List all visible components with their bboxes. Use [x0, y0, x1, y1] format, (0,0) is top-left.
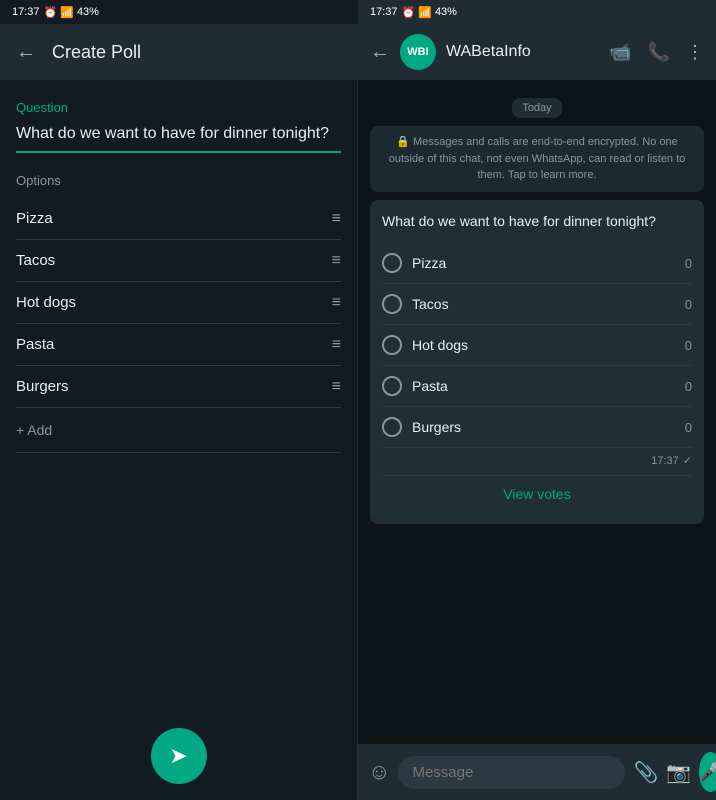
option-item: ≡ [16, 366, 341, 408]
alarm-icon-right: ⏰ [402, 6, 416, 19]
poll-option-text-1: Pizza [412, 255, 675, 271]
camera-button[interactable]: 📷 [666, 760, 691, 785]
poll-form: Question Options ≡ ≡ ≡ ≡ ≡ [0, 80, 357, 712]
time-left: 17:37 [12, 6, 40, 18]
option-input-1[interactable] [16, 208, 324, 229]
option-item: ≡ [16, 198, 341, 240]
main-content: ← Create Poll Question Options ≡ ≡ ≡ ≡ [0, 24, 716, 800]
battery-right: 43% [435, 6, 457, 18]
chat-header: ← WBI WABetaInfo 📹 📞 ⋮ [358, 24, 716, 80]
poll-option-row[interactable]: Burgers 0 [382, 407, 692, 448]
poll-question-text: What do we want to have for dinner tonig… [382, 212, 692, 232]
drag-handle-icon[interactable]: ≡ [332, 294, 341, 312]
radio-circle-2[interactable] [382, 294, 402, 314]
poll-option-row[interactable]: Pasta 0 [382, 366, 692, 407]
signal-icon: 📶 [60, 6, 74, 19]
question-label: Question [16, 100, 341, 115]
chat-name: WABetaInfo [446, 43, 599, 61]
chat-back-button[interactable]: ← [370, 41, 390, 64]
send-button[interactable]: ➤ [151, 728, 207, 784]
video-call-icon[interactable]: 📹 [609, 42, 631, 63]
phone-call-icon[interactable]: 📞 [648, 42, 670, 63]
poll-time: 17:37 [651, 455, 679, 467]
battery-left: 43% [77, 6, 99, 18]
option-input-2[interactable] [16, 250, 324, 271]
option-item: ≡ [16, 240, 341, 282]
chat-actions: 📹 📞 ⋮ [609, 42, 704, 63]
emoji-button[interactable]: ☺ [368, 759, 390, 785]
poll-vote-count-5: 0 [685, 420, 692, 435]
alarm-icon: ⏰ [44, 6, 58, 19]
back-button[interactable]: ← [16, 41, 36, 64]
signal-icon-right: 📶 [418, 6, 432, 19]
send-icon: ➤ [169, 743, 187, 769]
question-input[interactable] [16, 121, 341, 153]
avatar: WBI [400, 34, 436, 70]
drag-handle-icon[interactable]: ≡ [332, 210, 341, 228]
poll-message-bubble: What do we want to have for dinner tonig… [370, 200, 704, 525]
radio-circle-3[interactable] [382, 335, 402, 355]
encryption-notice-text: 🔒 Messages and calls are end-to-end encr… [389, 136, 686, 181]
check-icon: ✓ [683, 454, 692, 467]
status-bar-right: 17:37 ⏰ 📶 43% [358, 0, 716, 24]
poll-vote-count-2: 0 [685, 297, 692, 312]
date-badge-text: Today [512, 98, 561, 118]
option-input-5[interactable] [16, 376, 324, 397]
poll-option-row[interactable]: Pizza 0 [382, 243, 692, 284]
radio-circle-5[interactable] [382, 417, 402, 437]
drag-handle-icon[interactable]: ≡ [332, 378, 341, 396]
page-title: Create Poll [52, 42, 141, 63]
avatar-text: WBI [407, 46, 428, 58]
poll-option-text-5: Burgers [412, 419, 675, 435]
message-input[interactable] [398, 756, 625, 789]
create-poll-header: ← Create Poll [0, 24, 357, 80]
radio-circle-1[interactable] [382, 253, 402, 273]
poll-vote-count-3: 0 [685, 338, 692, 353]
view-votes-button[interactable]: View votes [382, 475, 692, 512]
time-right: 17:37 [370, 6, 398, 18]
poll-footer: 17:37 ✓ [382, 454, 692, 467]
right-panel: ← WBI WABetaInfo 📹 📞 ⋮ Today 🔒 Messages … [358, 24, 716, 800]
chat-messages: Today 🔒 Messages and calls are end-to-en… [358, 80, 716, 744]
mic-icon: 🎤 [699, 762, 716, 783]
poll-option-text-2: Tacos [412, 296, 675, 312]
poll-option-row[interactable]: Hot dogs 0 [382, 325, 692, 366]
status-bar-left: 17:37 ⏰ 📶 43% [0, 0, 358, 24]
option-item: ≡ [16, 324, 341, 366]
option-input-4[interactable] [16, 334, 324, 355]
date-badge: Today [370, 98, 704, 118]
drag-handle-icon[interactable]: ≡ [332, 336, 341, 354]
poll-vote-count-4: 0 [685, 379, 692, 394]
encryption-notice[interactable]: 🔒 Messages and calls are end-to-end encr… [370, 126, 704, 192]
status-icons-right: ⏰ 📶 43% [402, 6, 457, 19]
add-option-button[interactable]: + Add [16, 408, 341, 453]
mic-button[interactable]: 🎤 [699, 752, 716, 792]
drag-handle-icon[interactable]: ≡ [332, 252, 341, 270]
attach-button[interactable]: 📎 [633, 760, 658, 785]
poll-vote-count-1: 0 [685, 256, 692, 271]
poll-option-text-3: Hot dogs [412, 337, 675, 353]
poll-option-row[interactable]: Tacos 0 [382, 284, 692, 325]
option-input-3[interactable] [16, 292, 324, 313]
send-area: ➤ [0, 712, 357, 800]
more-options-icon[interactable]: ⋮ [686, 42, 704, 63]
left-panel: ← Create Poll Question Options ≡ ≡ ≡ ≡ [0, 24, 358, 800]
option-item: ≡ [16, 282, 341, 324]
status-bar: 17:37 ⏰ 📶 43% 17:37 ⏰ 📶 43% [0, 0, 716, 24]
poll-option-text-4: Pasta [412, 378, 675, 394]
chat-input-area: ☺ 📎 📷 🎤 [358, 744, 716, 800]
options-label: Options [16, 173, 341, 188]
radio-circle-4[interactable] [382, 376, 402, 396]
status-icons-left: ⏰ 📶 43% [44, 6, 99, 19]
